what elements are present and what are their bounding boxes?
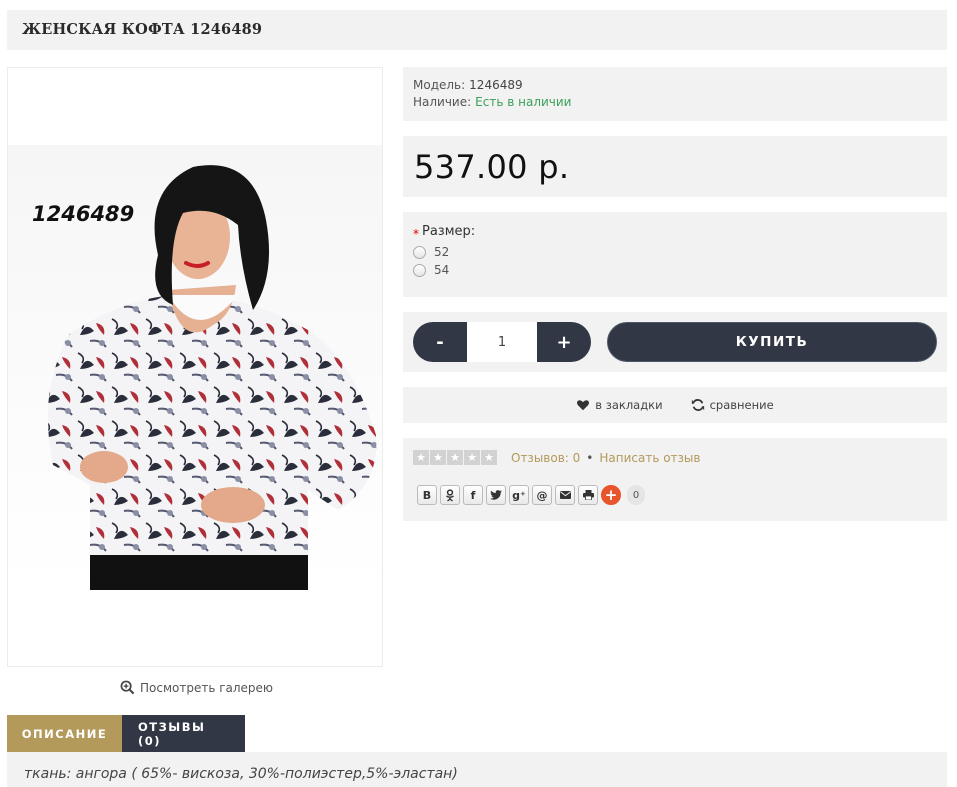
view-gallery-label: Посмотреть галерею bbox=[140, 680, 274, 695]
twitter-share-icon[interactable] bbox=[486, 485, 506, 505]
purchase-panel: - + КУПИТЬ bbox=[403, 312, 947, 372]
star-icon: ★ bbox=[464, 450, 480, 465]
heart-icon bbox=[577, 400, 590, 411]
buy-button[interactable]: КУПИТЬ bbox=[607, 322, 937, 362]
size-option-54[interactable]: 54 bbox=[413, 263, 937, 277]
price-panel: 537.00 р. bbox=[403, 136, 947, 197]
size-option-panel: * Размер: 52 54 bbox=[403, 212, 947, 297]
model-label: Модель: bbox=[413, 78, 466, 92]
photo-product-code: 1246489 bbox=[32, 202, 135, 226]
star-icon: ★ bbox=[447, 450, 463, 465]
more-share-plus-icon[interactable]: + bbox=[601, 485, 621, 505]
compare-label: сравнение bbox=[709, 398, 774, 412]
model-row: Модель: 1246489 bbox=[413, 77, 937, 94]
odnoklassniki-share-icon[interactable] bbox=[440, 485, 460, 505]
wishlist-label: в закладки bbox=[595, 398, 663, 412]
share-count-badge: 0 bbox=[627, 485, 645, 505]
size-option-label: 54 bbox=[434, 263, 450, 277]
star-icon: ★ bbox=[481, 450, 497, 465]
print-share-icon[interactable] bbox=[578, 485, 598, 505]
tab-description[interactable]: ОПИСАНИЕ bbox=[7, 715, 122, 752]
size-option-label: 52 bbox=[434, 245, 450, 259]
required-asterisk: * bbox=[413, 227, 419, 241]
product-tabs: ОПИСАНИЕ ОТЗЫВЫ (0) bbox=[7, 715, 245, 752]
rating-stars: ★ ★ ★ ★ ★ bbox=[413, 450, 497, 465]
quantity-stepper: - + bbox=[413, 322, 591, 362]
add-to-compare-link[interactable]: сравнение bbox=[691, 398, 774, 412]
reviews-share-panel: ★ ★ ★ ★ ★ Отзывов: 0 • Написать отзыв В … bbox=[403, 438, 947, 521]
size-label: Размер: bbox=[422, 224, 476, 239]
product-image-box[interactable]: 1246489 bbox=[7, 67, 383, 667]
model-info-panel: Модель: 1246489 Наличие: Есть в наличии bbox=[403, 67, 947, 121]
availability-row: Наличие: Есть в наличии bbox=[413, 94, 937, 111]
separator-dot: • bbox=[586, 450, 594, 465]
write-review-link[interactable]: Написать отзыв bbox=[599, 451, 700, 465]
page-title: ЖЕНСКАЯ КОФТА 1246489 bbox=[22, 21, 263, 38]
size-radio-52[interactable] bbox=[413, 245, 426, 259]
product-photo[interactable]: 1246489 bbox=[8, 145, 382, 590]
mailru-share-icon[interactable]: @ bbox=[532, 485, 552, 505]
share-buttons: В f g⁺ @ + 0 bbox=[417, 485, 937, 505]
quantity-input[interactable] bbox=[467, 322, 537, 362]
description-text: ткань: ангора ( 65%- вискоза, 30%-полиэс… bbox=[24, 766, 458, 782]
size-radio-54[interactable] bbox=[413, 263, 426, 277]
product-price: 537.00 р. bbox=[414, 148, 570, 186]
quantity-decrease-button[interactable]: - bbox=[413, 322, 467, 362]
tab-reviews[interactable]: ОТЗЫВЫ (0) bbox=[122, 715, 245, 752]
availability-status: Есть в наличии bbox=[475, 95, 572, 109]
email-share-icon[interactable] bbox=[555, 485, 575, 505]
wishlist-compare-panel: в закладки сравнение bbox=[403, 387, 947, 423]
size-label-row: * Размер: bbox=[413, 224, 937, 241]
google-plus-share-icon[interactable]: g⁺ bbox=[509, 485, 529, 505]
vk-share-icon[interactable]: В bbox=[417, 485, 437, 505]
star-icon: ★ bbox=[413, 450, 429, 465]
quantity-increase-button[interactable]: + bbox=[537, 322, 591, 362]
zoom-in-icon bbox=[120, 680, 135, 695]
reviews-count-link[interactable]: Отзывов: 0 bbox=[511, 451, 580, 465]
description-content: ткань: ангора ( 65%- вискоза, 30%-полиэс… bbox=[7, 752, 947, 787]
availability-label: Наличие: bbox=[413, 95, 472, 109]
rating-row: ★ ★ ★ ★ ★ Отзывов: 0 • Написать отзыв bbox=[413, 450, 937, 465]
model-value: 1246489 bbox=[469, 78, 523, 92]
add-to-wishlist-link[interactable]: в закладки bbox=[576, 398, 663, 412]
refresh-icon bbox=[691, 399, 704, 411]
star-icon: ★ bbox=[430, 450, 446, 465]
view-gallery-link[interactable]: Посмотреть галерею bbox=[120, 680, 273, 695]
size-option-52[interactable]: 52 bbox=[413, 245, 937, 259]
facebook-share-icon[interactable]: f bbox=[463, 485, 483, 505]
product-title-bar: ЖЕНСКАЯ КОФТА 1246489 bbox=[7, 10, 947, 50]
